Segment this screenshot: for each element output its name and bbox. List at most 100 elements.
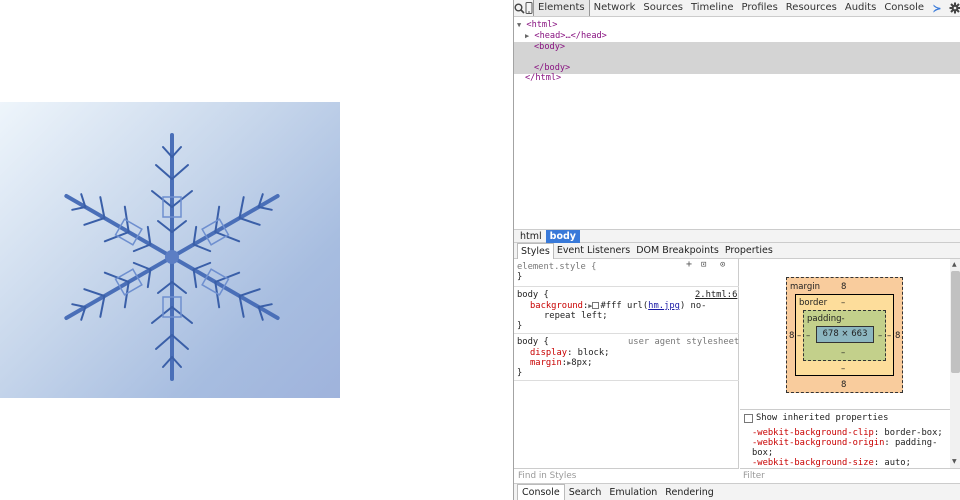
body-rule-user-agent[interactable]: body { user agent stylesheet display: bl… — [514, 334, 739, 381]
subtab-event-listeners[interactable]: Event Listeners — [554, 243, 633, 258]
margin-top-value[interactable]: 8 — [841, 282, 846, 292]
color-swatch[interactable] — [592, 302, 600, 309]
subtab-dom-breakpoints[interactable]: DOM Breakpoints — [633, 243, 722, 258]
collapse-arrow-icon[interactable]: ▶ — [525, 32, 529, 40]
toggle-state-icon[interactable]: ⊡ — [701, 260, 706, 271]
property-value: auto; — [884, 458, 911, 468]
dom-tag-html-close: </html> — [525, 73, 562, 83]
border-left-value[interactable]: – — [797, 331, 801, 341]
dom-node-html[interactable]: ▼ <html> — [517, 20, 557, 31]
background-declaration[interactable]: background:▶ #fff url(hm.jpg) no- — [530, 301, 706, 312]
dom-node-html-close[interactable]: </html> — [525, 73, 561, 84]
element-style-selector: element.style { — [517, 262, 597, 272]
border-label: border — [799, 298, 828, 308]
subtab-properties[interactable]: Properties — [722, 243, 776, 258]
dom-node-body-close[interactable]: </body> — [534, 63, 570, 74]
find-in-styles-input[interactable]: Find in Styles — [514, 468, 739, 483]
tab-audits[interactable]: Audits — [841, 0, 880, 16]
property-value-rest: ) no- — [679, 301, 707, 311]
styles-pane: element.style { } + ⊡ ⊙ body { 2.html:6 … — [514, 259, 739, 468]
padding-right-value[interactable]: – — [878, 331, 882, 341]
property-name: -webkit-background-origin — [752, 438, 885, 448]
subtab-styles[interactable]: Styles — [517, 242, 554, 259]
drawer-tab-console[interactable]: Console — [517, 484, 565, 500]
scrollbar-thumb[interactable] — [951, 271, 960, 373]
resource-link[interactable]: hm.jpg — [648, 301, 680, 311]
scroll-down-icon[interactable]: ▼ — [952, 458, 957, 465]
computed-properties: Show inherited properties -webkit-backgr… — [740, 409, 950, 468]
drawer-tab-rendering[interactable]: Rendering — [661, 485, 718, 500]
margin-left-value[interactable]: 8 — [789, 331, 794, 341]
element-style-rule[interactable]: element.style { } + ⊡ ⊙ — [514, 259, 739, 287]
property-name: display — [530, 348, 568, 358]
body-rule-author[interactable]: body { 2.html:6 background:▶ #fff url(hm.… — [514, 287, 739, 334]
animations-icon[interactable]: ⊙ — [720, 260, 725, 271]
property-value-wrap: repeat left; — [544, 311, 608, 321]
drawer-tabs: Console Search Emulation Rendering — [514, 483, 960, 500]
property-value: #fff url( — [600, 301, 649, 311]
dom-tag-body-open: <body> — [534, 42, 566, 52]
property-value: block; — [577, 348, 610, 358]
page-viewport — [0, 0, 513, 500]
property-value: border-box; — [884, 428, 943, 438]
property-value-wrap: box; — [752, 448, 774, 458]
property-name: background — [530, 301, 583, 311]
console-drawer-icon[interactable]: ≻ — [928, 0, 946, 16]
drawer-tab-emulation[interactable]: Emulation — [605, 485, 661, 500]
dom-node-head[interactable]: ▶ <head>…</head> — [525, 31, 607, 42]
dom-selected-highlight — [514, 42, 960, 74]
breadcrumb-body[interactable]: body — [545, 229, 580, 243]
display-declaration[interactable]: display: block; — [530, 348, 609, 359]
tab-elements[interactable]: Elements — [533, 0, 590, 16]
add-property-icon[interactable]: + — [686, 259, 692, 271]
rule-source-link[interactable]: 2.html:6 — [695, 290, 737, 301]
computed-prop-3: -webkit-background-size: auto; — [752, 458, 911, 468]
toolbar-right-icons: ≻ ✕ — [928, 0, 960, 16]
box-model-content[interactable]: 678 × 663 — [816, 326, 874, 343]
rule-close-brace: } — [517, 321, 523, 331]
rule-selector: body { — [517, 290, 549, 300]
dom-tag-html-open: <html> — [526, 20, 558, 30]
sidebar-scrollbar[interactable]: ▲ ▼ — [950, 259, 960, 468]
border-right-value[interactable]: – — [887, 331, 891, 341]
search-icon[interactable] — [514, 0, 525, 16]
tab-console[interactable]: Console — [880, 0, 928, 16]
expand-arrow-icon[interactable]: ▼ — [517, 21, 521, 29]
computed-prop-2: -webkit-background-origin: padding- — [752, 438, 938, 448]
tab-sources[interactable]: Sources — [639, 0, 687, 16]
rule-source-label: user agent stylesheet — [628, 337, 740, 347]
snowflake-image — [0, 102, 340, 398]
margin-bottom-value[interactable]: 8 — [841, 380, 846, 390]
margin-label: margin — [790, 282, 820, 292]
property-value: 8px; — [571, 358, 593, 368]
scroll-up-icon[interactable]: ▲ — [952, 261, 957, 268]
device-mode-icon[interactable] — [525, 0, 533, 16]
tab-network[interactable]: Network — [590, 0, 640, 16]
show-inherited-checkbox[interactable] — [744, 414, 753, 423]
padding-bottom-value[interactable]: – — [841, 348, 845, 358]
dom-node-body[interactable]: <body> — [534, 42, 565, 53]
padding-left-value[interactable]: – — [806, 331, 810, 341]
tab-resources[interactable]: Resources — [782, 0, 841, 16]
devtools-toolbar: Elements Network Sources Timeline Profil… — [514, 0, 960, 17]
filter-input[interactable]: Filter — [740, 468, 960, 483]
tab-profiles[interactable]: Profiles — [737, 0, 781, 16]
property-value: padding- — [895, 438, 938, 448]
margin-right-value[interactable]: 8 — [895, 331, 900, 341]
rule-close-brace: } — [517, 272, 523, 282]
snowflake-graphic — [54, 133, 290, 381]
border-bottom-value[interactable]: – — [841, 364, 845, 374]
drawer-tab-search[interactable]: Search — [565, 485, 606, 500]
margin-declaration[interactable]: margin:▶8px; — [530, 358, 592, 369]
property-name: -webkit-background-clip — [752, 428, 874, 438]
border-top-value[interactable]: – — [841, 298, 845, 308]
computed-prop-1: -webkit-background-clip: border-box; — [752, 428, 943, 438]
gear-icon[interactable] — [946, 0, 960, 16]
show-inherited-label[interactable]: Show inherited properties — [756, 413, 888, 424]
sidebar-subtabs: Styles Event Listeners DOM Breakpoints P… — [514, 242, 960, 259]
breadcrumb-html[interactable]: html — [516, 230, 546, 243]
tab-timeline[interactable]: Timeline — [687, 0, 738, 16]
property-name: margin — [530, 358, 562, 368]
rule-close-brace: } — [517, 368, 523, 378]
rule-selector: body { — [517, 337, 549, 347]
